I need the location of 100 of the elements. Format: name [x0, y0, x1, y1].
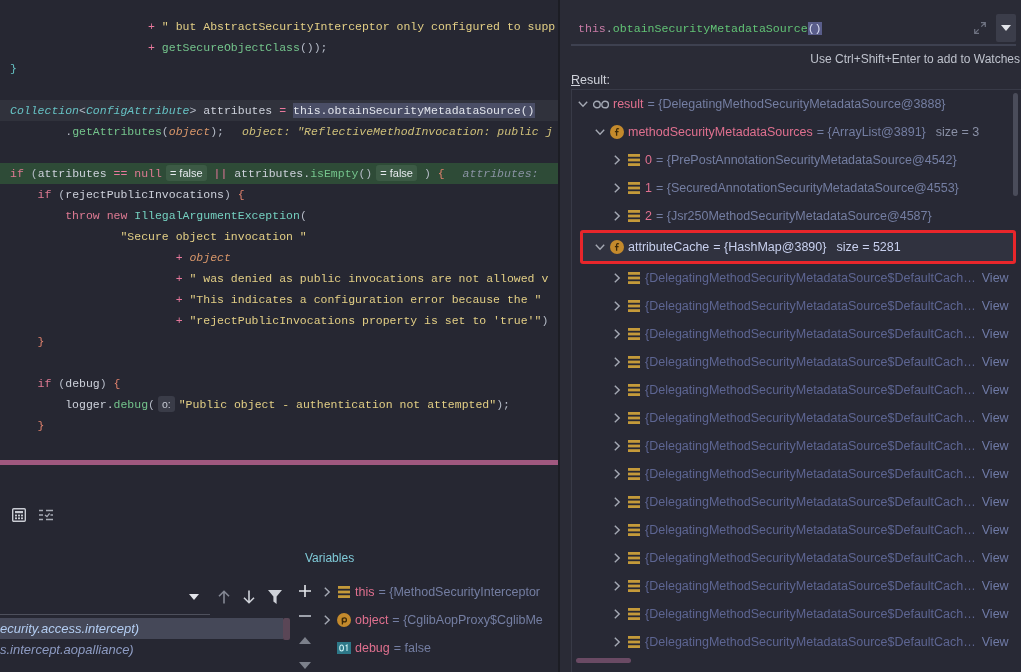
view-link[interactable]: View	[981, 467, 1009, 481]
chevron-right-icon[interactable]	[612, 609, 622, 619]
variable-row[interactable]: debug = false	[322, 634, 558, 662]
tree-row[interactable]: {DelegatingMethodSecurityMetadataSource$DefaultCach… View	[572, 516, 1021, 544]
code-text: "Secure object invocation "	[120, 228, 307, 244]
code-text: Collection<ConfigAttribute> attributes =	[10, 102, 287, 118]
tree-row[interactable]: 2 = {Jsr250MethodSecurityMetadataSource@4587}	[572, 202, 1021, 230]
chevron-down-icon[interactable]	[595, 127, 605, 137]
tree-row[interactable]: {DelegatingMethodSecurityMetadataSource$DefaultCach… View	[572, 348, 1021, 376]
chevron-right-icon[interactable]	[612, 155, 622, 165]
view-link[interactable]: View	[981, 523, 1009, 537]
tree-row[interactable]: {DelegatingMethodSecurityMetadataSource$DefaultCach… View	[572, 376, 1021, 404]
scrollbar-thumb[interactable]	[576, 658, 631, 663]
triangle-up-icon[interactable]	[298, 637, 311, 644]
view-link[interactable]: View	[981, 383, 1009, 397]
minus-icon[interactable]	[298, 614, 311, 617]
frame-row[interactable]: ecurity.access.intercept)	[0, 618, 283, 639]
chevron-right-icon[interactable]	[612, 301, 622, 311]
tree-row[interactable]: 0 = {PrePostAnnotationSecurityMetadataSource@4542}	[572, 146, 1021, 174]
value-hint: object: "ReflectiveMethodInvocation: public j	[242, 123, 553, 139]
code-text: + "This indicates a configuration error because the "	[175, 291, 542, 307]
bars-icon	[628, 210, 640, 222]
plus-icon[interactable]	[298, 584, 311, 597]
chevron-right-icon[interactable]	[612, 357, 622, 367]
parameter-icon	[337, 613, 351, 627]
chevron-right-icon[interactable]	[612, 637, 622, 647]
code-text: throw new IllegalArgumentException(	[65, 207, 307, 223]
primitive-icon	[337, 642, 351, 654]
scrollbar-thumb[interactable]	[283, 618, 290, 640]
field-icon	[610, 125, 624, 139]
calculator-icon[interactable]	[12, 508, 26, 522]
expand-icon[interactable]	[974, 22, 986, 34]
view-link[interactable]: View	[981, 271, 1009, 285]
variable-row[interactable]: object = {CglibAopProxy$CglibMe	[322, 606, 558, 634]
tree-row[interactable]: {DelegatingMethodSecurityMetadataSource$DefaultCach… View	[572, 432, 1021, 460]
view-link[interactable]: View	[981, 607, 1009, 621]
view-link[interactable]: View	[981, 495, 1009, 509]
code-text: }	[10, 60, 17, 76]
parameter-name-hint: o:	[157, 396, 175, 412]
bars-icon	[628, 440, 640, 452]
tree-row[interactable]: {DelegatingMethodSecurityMetadataSource$DefaultCach… View	[572, 292, 1021, 320]
caret-down-icon[interactable]	[189, 594, 199, 600]
scrollbar-thumb[interactable]	[1013, 93, 1018, 196]
bars-icon	[628, 608, 640, 620]
chevron-right-icon[interactable]	[322, 587, 332, 597]
chevron-right-icon[interactable]	[612, 211, 622, 221]
expression-field[interactable]: this.obtainSecurityMetadataSource()	[571, 12, 1016, 46]
tree-row[interactable]: {DelegatingMethodSecurityMetadataSource$DefaultCach… View	[572, 544, 1021, 572]
tree-row[interactable]: methodSecurityMetadataSources = {ArrayList@3891} size = 3	[572, 118, 1021, 146]
tree-row[interactable]: {DelegatingMethodSecurityMetadataSource$DefaultCach… View	[572, 320, 1021, 348]
chevron-right-icon[interactable]	[612, 497, 622, 507]
bars-icon	[628, 272, 640, 284]
chevron-right-icon[interactable]	[612, 441, 622, 451]
history-dropdown-button[interactable]	[996, 14, 1016, 42]
tree-row[interactable]: {DelegatingMethodSecurityMetadataSource$DefaultCach… View	[572, 488, 1021, 516]
filter-icon[interactable]	[268, 590, 282, 604]
chevron-right-icon[interactable]	[612, 385, 622, 395]
tree-row[interactable]: 1 = {SecuredAnnotationSecurityMetadataSource@4553}	[572, 174, 1021, 202]
chevron-right-icon[interactable]	[612, 581, 622, 591]
bars-icon	[628, 552, 640, 564]
chevron-right-icon[interactable]	[322, 615, 332, 625]
variable-row[interactable]: this = {MethodSecurityInterceptor	[322, 578, 558, 606]
view-link[interactable]: View	[981, 411, 1009, 425]
tree-row[interactable]: {DelegatingMethodSecurityMetadataSource$DefaultCach… View	[572, 628, 1021, 656]
inline-value-hint: = false	[376, 165, 417, 181]
result-label: Result:	[571, 72, 610, 88]
chevron-down-icon[interactable]	[578, 99, 588, 109]
bars-icon	[628, 524, 640, 536]
view-link[interactable]: View	[981, 551, 1009, 565]
frame-row[interactable]: s.intercept.aopalliance)	[0, 639, 283, 660]
chevron-right-icon[interactable]	[612, 469, 622, 479]
view-link[interactable]: View	[981, 579, 1009, 593]
tree-row[interactable]: {DelegatingMethodSecurityMetadataSource$DefaultCach… View	[572, 572, 1021, 600]
chevron-right-icon[interactable]	[612, 183, 622, 193]
field-icon	[610, 240, 624, 254]
chevron-right-icon[interactable]	[612, 329, 622, 339]
tree-row[interactable]: {DelegatingMethodSecurityMetadataSource$DefaultCach… View	[572, 460, 1021, 488]
chevron-right-icon[interactable]	[612, 273, 622, 283]
arrow-down-icon[interactable]	[243, 590, 255, 604]
view-link[interactable]: View	[981, 635, 1009, 649]
view-link[interactable]: View	[981, 355, 1009, 369]
tree-row[interactable]: {DelegatingMethodSecurityMetadataSource$DefaultCach… View	[572, 600, 1021, 628]
tree-row[interactable]: {DelegatingMethodSecurityMetadataSource$DefaultCach… View	[572, 404, 1021, 432]
tree-row[interactable]: result = {DelegatingMethodSecurityMetadataSource@3888}	[572, 90, 1021, 118]
tree-row[interactable]: {DelegatingMethodSecurityMetadataSource$DefaultCach… View	[572, 264, 1021, 292]
chevron-right-icon[interactable]	[612, 413, 622, 423]
bars-icon	[628, 580, 640, 592]
tree-row[interactable]: attributeCache = {HashMap@3890} size = 5281	[583, 233, 1013, 261]
checklist-icon[interactable]	[39, 509, 53, 521]
view-link[interactable]: View	[981, 299, 1009, 313]
chevron-down-icon[interactable]	[595, 242, 605, 252]
arrow-up-icon[interactable]	[218, 590, 230, 604]
view-link[interactable]: View	[981, 439, 1009, 453]
code-text: .getAttributes(object);	[65, 123, 224, 139]
code-text: if (rejectPublicInvocations) {	[37, 186, 245, 202]
code-text: }	[37, 333, 45, 349]
chevron-right-icon[interactable]	[612, 553, 622, 563]
triangle-down-icon[interactable]	[298, 662, 311, 669]
view-link[interactable]: View	[981, 327, 1009, 341]
chevron-right-icon[interactable]	[612, 525, 622, 535]
